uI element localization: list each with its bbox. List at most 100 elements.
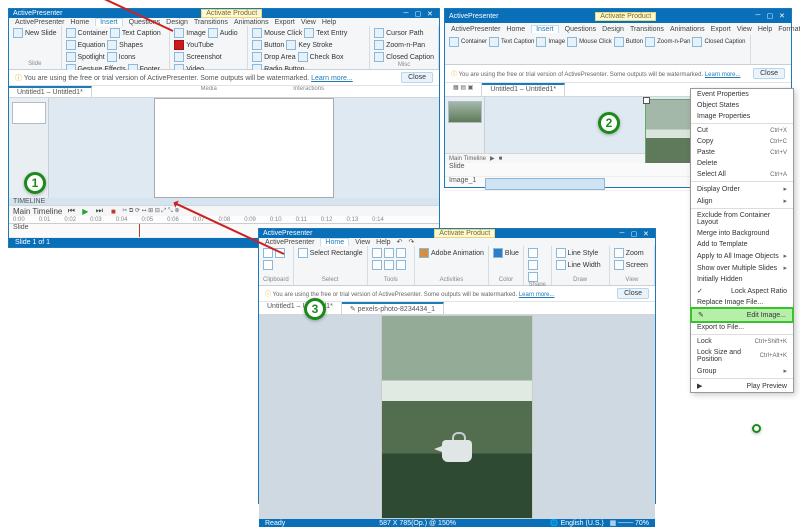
ctx-copy[interactable]: CopyCtrl+C bbox=[691, 136, 793, 147]
doc-tab-2[interactable]: pexels-photo-8234434_1 bbox=[358, 306, 435, 313]
youtube-button[interactable]: YouTube bbox=[174, 40, 214, 50]
zoompan-button[interactable]: Zoom-n-Pan bbox=[374, 40, 425, 50]
menu-view[interactable]: View bbox=[301, 19, 316, 26]
close-button[interactable]: ✕ bbox=[425, 10, 435, 18]
screen-button[interactable]: Screen bbox=[614, 260, 648, 270]
ctx-image-properties[interactable]: Image Properties bbox=[691, 111, 793, 122]
ctx-display-order[interactable]: Display Order bbox=[691, 183, 793, 195]
mouseclick-button[interactable]: Mouse Click bbox=[252, 28, 302, 38]
doc-tab-1[interactable]: Untitled1 bbox=[490, 86, 518, 93]
slide-thumb-1[interactable] bbox=[448, 101, 482, 123]
redo-icon[interactable]: ↷ bbox=[408, 238, 414, 246]
min-button[interactable]: ─ bbox=[617, 230, 627, 238]
activate-product-button[interactable]: Activate Product bbox=[434, 229, 495, 238]
menu-transitions[interactable]: Transitions bbox=[194, 19, 228, 26]
max-button[interactable]: ▢ bbox=[413, 10, 423, 18]
doc-tab-1[interactable]: Untitled1 bbox=[267, 303, 295, 310]
menu-bar[interactable]: ActivePresenterHomeViewHelp↶↷ bbox=[259, 238, 655, 246]
container-button[interactable]: Container bbox=[66, 28, 108, 38]
menu-design[interactable]: Design bbox=[166, 19, 188, 26]
cursorpath-button[interactable]: Cursor Path bbox=[374, 28, 423, 38]
ctx-group[interactable]: Group bbox=[691, 365, 793, 377]
menu-animations[interactable]: Animations bbox=[234, 19, 269, 26]
menu-home[interactable]: Home bbox=[320, 238, 349, 246]
canvas[interactable] bbox=[49, 98, 439, 198]
slide-area[interactable] bbox=[154, 98, 334, 198]
menu-bar[interactable]: ActivePresenter Home Insert Questions De… bbox=[9, 18, 439, 26]
keystroke-button[interactable]: Key Stroke bbox=[286, 40, 332, 50]
ctx-event-properties[interactable]: Event Properties bbox=[691, 89, 793, 100]
linewidth-button[interactable]: Line Width bbox=[556, 260, 601, 270]
doc-tab-1[interactable]: Untitled1 bbox=[17, 89, 45, 96]
image-edit-workspace[interactable] bbox=[259, 315, 655, 519]
adobe-anim-button[interactable]: Adobe Animation bbox=[419, 248, 484, 258]
menu-insert[interactable]: Insert bbox=[95, 18, 123, 26]
prev-icon[interactable]: ⏮ bbox=[66, 206, 76, 216]
min-button[interactable]: ─ bbox=[753, 12, 763, 20]
stop-icon[interactable]: ■ bbox=[108, 206, 118, 216]
ctx-exclude-container[interactable]: Exclude from Container Layout bbox=[691, 210, 793, 228]
ctx-align[interactable]: Align bbox=[691, 195, 793, 207]
context-menu[interactable]: Event Properties Object States Image Pro… bbox=[690, 88, 794, 393]
timeline-ruler[interactable]: 0:000:010:020:030:040:050:060:070:080:09… bbox=[9, 216, 439, 224]
ctx-add-template[interactable]: Add to Template bbox=[691, 239, 793, 250]
clip-segment[interactable] bbox=[485, 178, 605, 190]
playhead[interactable] bbox=[139, 224, 140, 237]
max-button[interactable]: ▢ bbox=[765, 12, 775, 20]
new-slide-button[interactable]: New Slide bbox=[13, 28, 57, 38]
ctx-init-hidden[interactable]: Initially Hidden bbox=[691, 274, 793, 285]
close-notice-button[interactable]: Close bbox=[617, 288, 649, 299]
ctx-edit-image[interactable]: ✎ Edit Image... bbox=[690, 307, 794, 323]
zoom-button[interactable]: Zoom bbox=[614, 248, 644, 258]
screenshot-button[interactable]: Screenshot bbox=[174, 52, 221, 62]
spotlight-button[interactable]: Spotlight bbox=[66, 52, 105, 62]
menu-help[interactable]: Help bbox=[322, 19, 336, 26]
max-button[interactable]: ▢ bbox=[629, 230, 639, 238]
next-icon[interactable]: ⏭ bbox=[94, 206, 104, 216]
close-notice-button[interactable]: Close bbox=[753, 68, 785, 79]
activate-product-button[interactable]: Activate Product bbox=[201, 9, 262, 18]
ctx-select-all[interactable]: Select AllCtrl+A bbox=[691, 169, 793, 180]
status-lang[interactable]: English (U.S.) bbox=[561, 520, 604, 527]
ctx-paste[interactable]: PasteCtrl+V bbox=[691, 147, 793, 158]
track-image1[interactable]: Image_1 bbox=[449, 177, 476, 184]
min-button[interactable]: ─ bbox=[401, 10, 411, 18]
learn-more-link[interactable]: Learn more... bbox=[519, 292, 555, 298]
image-button[interactable]: Image bbox=[174, 28, 205, 38]
droparea-button[interactable]: Drop Area bbox=[252, 52, 296, 62]
slide-thumb-1[interactable] bbox=[12, 102, 46, 124]
copy-button[interactable] bbox=[263, 260, 273, 270]
textentry-button[interactable]: Text Entry bbox=[304, 28, 347, 38]
audio-button[interactable]: Audio bbox=[208, 28, 238, 38]
shapes-button[interactable]: Shapes bbox=[107, 40, 143, 50]
equation-button[interactable]: Equation bbox=[66, 40, 106, 50]
status-zoom[interactable]: 70% bbox=[635, 520, 649, 527]
learn-more-link[interactable]: Learn more... bbox=[311, 75, 353, 82]
menu-bar[interactable]: ActivePresenterHomeInsertQuestionsDesign… bbox=[445, 23, 791, 35]
ctx-export-file[interactable]: Export to File... bbox=[691, 322, 793, 333]
ctx-lock[interactable]: LockCtrl+Shift+K bbox=[691, 336, 793, 347]
linestyle-button[interactable]: Line Style bbox=[556, 248, 599, 258]
ctx-delete[interactable]: Delete bbox=[691, 158, 793, 169]
play-icon[interactable]: ▶ bbox=[80, 206, 90, 216]
learn-more-link[interactable]: Learn more... bbox=[705, 72, 741, 78]
undo-icon[interactable]: ↶ bbox=[397, 238, 403, 246]
menu-ap[interactable]: ActivePresenter bbox=[15, 19, 64, 26]
slide-panel[interactable] bbox=[445, 97, 485, 153]
text-caption-button[interactable]: Text Caption bbox=[110, 28, 161, 38]
icons-button[interactable]: Icons bbox=[107, 52, 136, 62]
close-button[interactable]: ✕ bbox=[777, 12, 787, 20]
checkbox-button[interactable]: Check Box bbox=[298, 52, 344, 62]
button-button[interactable]: Button bbox=[252, 40, 284, 50]
close-button[interactable]: ✕ bbox=[641, 230, 651, 238]
menu-home[interactable]: Home bbox=[70, 19, 89, 26]
select-rect-button[interactable]: Select Rectangle bbox=[298, 248, 363, 258]
menu-export[interactable]: Export bbox=[275, 19, 295, 26]
ctx-lock-aspect[interactable]: ✓ Lock Aspect Ratio bbox=[691, 285, 793, 297]
color-blue-button[interactable]: Blue bbox=[493, 248, 519, 258]
ctx-lock-size-pos[interactable]: Lock Size and PositionCtrl+Alt+K bbox=[691, 347, 793, 365]
ctx-show-multi[interactable]: Show over Multiple Slides bbox=[691, 262, 793, 274]
ctx-cut[interactable]: CutCtrl+X bbox=[691, 125, 793, 136]
ctx-apply-all[interactable]: Apply to All Image Objects bbox=[691, 250, 793, 262]
ctx-merge-bg[interactable]: Merge into Background bbox=[691, 228, 793, 239]
